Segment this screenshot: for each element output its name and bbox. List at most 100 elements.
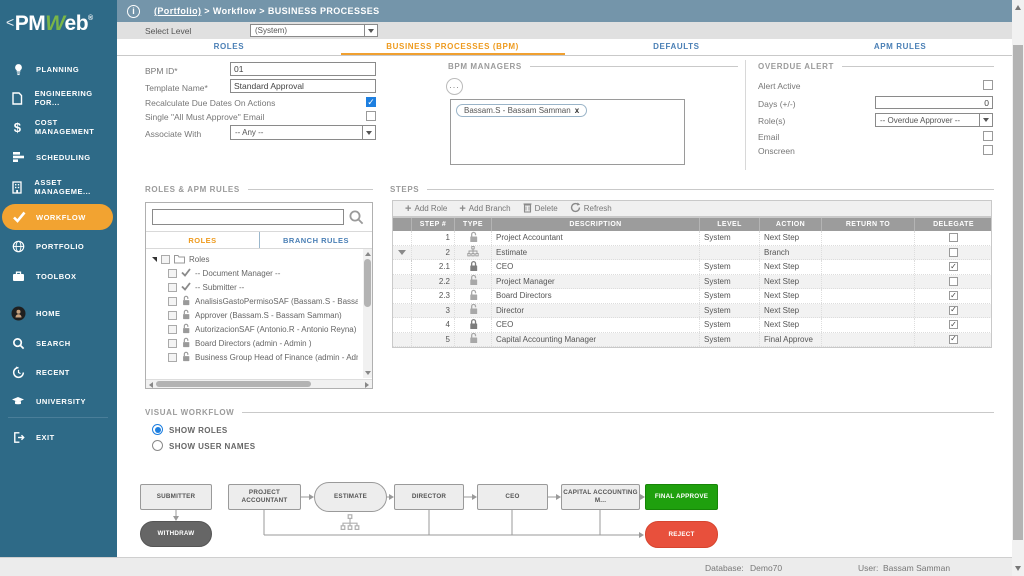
scroll-up-icon[interactable] (365, 252, 371, 256)
tree-item[interactable]: AnalisisGastoPermisoSAF (Bassam.S - Bass… (168, 295, 358, 308)
workflow-node-reject[interactable]: REJECT (645, 521, 718, 548)
tab-apm-rules[interactable]: APM RULES (788, 39, 1012, 55)
tab-defaults[interactable]: DEFAULTS (565, 39, 789, 55)
scrollbar-thumb[interactable] (1013, 45, 1023, 540)
sidebar-item-asset-management[interactable]: ASSET MANAGEME... (0, 175, 117, 199)
tree-root-roles[interactable]: Roles (152, 253, 352, 266)
tab-roles[interactable]: ROLES (117, 39, 341, 55)
scroll-left-icon[interactable] (149, 382, 153, 388)
workflow-node-ceo[interactable]: CEO (477, 484, 548, 510)
add-role-button[interactable]: +Add Role (405, 203, 447, 215)
alert-active-checkbox[interactable] (983, 80, 993, 90)
sidebar-item-exit[interactable]: EXIT (0, 425, 117, 449)
bpm-manager-tag[interactable]: Bassam.S - Bassam Sammanx (456, 104, 587, 117)
sidebar-item-engineering-forms[interactable]: ENGINEERING FOR... (0, 86, 117, 110)
delegate-checkbox[interactable] (949, 262, 958, 271)
table-row[interactable]: 4 CEO System Next Step (392, 318, 992, 333)
tree-item[interactable]: Business Group Head of Finance (admin - … (168, 351, 358, 364)
chevron-down-icon[interactable] (979, 114, 992, 126)
refresh-button[interactable]: Refresh (570, 202, 612, 215)
sidebar-divider (8, 417, 108, 418)
delegate-checkbox[interactable] (949, 277, 958, 286)
search-icon[interactable] (348, 209, 365, 231)
sidebar-item-university[interactable]: UNIVERSITY (0, 389, 117, 413)
table-row[interactable]: 5 Capital Accounting Manager System Fina… (392, 333, 992, 348)
add-branch-button[interactable]: +Add Branch (459, 203, 510, 215)
days-input[interactable] (875, 96, 993, 109)
tab-business-processes[interactable]: BUSINESS PROCESSES (BPM) (341, 39, 565, 55)
page-vertical-scrollbar[interactable] (1012, 0, 1024, 576)
workflow-node-submitter[interactable]: SUBMITTER (140, 484, 212, 510)
scroll-down-icon[interactable] (365, 371, 371, 375)
single-email-checkbox[interactable] (366, 111, 376, 121)
scrollbar-thumb[interactable] (156, 381, 311, 387)
breadcrumb-portfolio-link[interactable]: (Portfolio) (154, 6, 201, 16)
table-row[interactable]: 2.2 Project Manager System Next Step (392, 275, 992, 290)
workflow-node-director[interactable]: DIRECTOR (394, 484, 464, 510)
scroll-down-icon[interactable] (1015, 566, 1021, 571)
chevron-down-icon[interactable] (362, 126, 375, 139)
roles-search-input[interactable] (152, 209, 344, 225)
sidebar-item-cost-management[interactable]: $ COST MANAGEMENT (0, 115, 117, 139)
collapse-icon[interactable] (152, 257, 157, 262)
delegate-checkbox[interactable] (949, 306, 958, 315)
table-row[interactable]: 3 Director System Next Step (392, 304, 992, 319)
database-value: Demo70 (750, 563, 782, 573)
onscreen-checkbox[interactable] (983, 145, 993, 155)
select-level-dropdown[interactable]: (System) (250, 24, 378, 37)
associate-with-dropdown[interactable]: -- Any -- (230, 125, 376, 140)
collapse-row-icon[interactable] (398, 250, 406, 255)
delegate-checkbox[interactable] (949, 291, 958, 300)
sidebar-item-planning[interactable]: PLANNING (0, 57, 117, 81)
workflow-node-final-approve[interactable]: FINAL APPROVE (645, 484, 718, 510)
delegate-checkbox[interactable] (949, 233, 958, 242)
delete-button[interactable]: Delete (523, 202, 558, 215)
delegate-checkbox[interactable] (949, 248, 958, 257)
scrollbar-thumb[interactable] (364, 259, 371, 307)
sidebar-item-scheduling[interactable]: SCHEDULING (0, 145, 117, 169)
bpm-managers-picker-button[interactable]: ... (446, 78, 463, 95)
roles-panel-tabs: ROLES BRANCH RULES (146, 231, 372, 249)
tree-vertical-scrollbar[interactable] (363, 249, 372, 378)
delegate-checkbox[interactable] (949, 335, 958, 344)
workflow-node-withdraw[interactable]: WITHDRAW (140, 521, 212, 547)
sidebar-item-home[interactable]: HOME (0, 301, 117, 325)
pmweb-logo[interactable]: <PMWeb® (6, 12, 114, 36)
tree-item[interactable]: Approver (Bassam.S - Bassam Samman) (168, 309, 358, 322)
scroll-up-icon[interactable] (1015, 5, 1021, 10)
sidebar-item-workflow[interactable]: WORKFLOW (2, 204, 113, 230)
scroll-right-icon[interactable] (365, 382, 369, 388)
remove-tag-icon[interactable]: x (575, 106, 579, 115)
roles-root-checkbox[interactable] (161, 255, 170, 264)
tree-item[interactable]: Board Directors (admin - Admin ) (168, 337, 358, 350)
email-checkbox[interactable] (983, 131, 993, 141)
info-icon[interactable]: i (127, 5, 140, 18)
table-row[interactable]: 1 Project Accountant System Next Step (392, 231, 992, 246)
overdue-roles-dropdown[interactable]: -- Overdue Approver -- (875, 113, 993, 127)
template-name-input[interactable] (230, 79, 376, 93)
show-user-names-radio[interactable] (152, 440, 163, 451)
onscreen-label: Onscreen (758, 146, 795, 156)
tree-horizontal-scrollbar[interactable] (146, 379, 372, 388)
table-row[interactable]: 2.1 CEO System Next Step (392, 260, 992, 275)
tab-roles-list[interactable]: ROLES (146, 232, 259, 248)
tree-item[interactable]: -- Document Manager -- (168, 267, 358, 280)
main-tabs: ROLES BUSINESS PROCESSES (BPM) DEFAULTS … (117, 39, 1012, 56)
workflow-node-project-accountant[interactable]: PROJECT ACCOUNTANT (228, 484, 301, 510)
tree-item[interactable]: AutorizacionSAF (Antonio.R - Antonio Rey… (168, 323, 358, 336)
show-roles-radio[interactable] (152, 424, 163, 435)
sidebar-item-recent[interactable]: RECENT (0, 360, 117, 384)
recalculate-checkbox[interactable] (366, 97, 376, 107)
tab-branch-rules[interactable]: BRANCH RULES (259, 232, 372, 248)
workflow-node-capital-accounting[interactable]: CAPITAL ACCOUNTING M... (561, 484, 640, 510)
table-row[interactable]: 2.3 Board Directors System Next Step (392, 289, 992, 304)
workflow-node-estimate[interactable]: ESTIMATE (314, 482, 387, 512)
sidebar-item-portfolio[interactable]: PORTFOLIO (0, 234, 117, 258)
tree-item[interactable]: -- Submitter -- (168, 281, 358, 294)
chevron-down-icon[interactable] (364, 25, 377, 36)
table-row[interactable]: 2 Estimate Branch (392, 246, 992, 261)
bpm-id-input[interactable] (230, 62, 376, 76)
sidebar-item-toolbox[interactable]: TOOLBOX (0, 264, 117, 288)
sidebar-item-search[interactable]: SEARCH (0, 331, 117, 355)
delegate-checkbox[interactable] (949, 320, 958, 329)
